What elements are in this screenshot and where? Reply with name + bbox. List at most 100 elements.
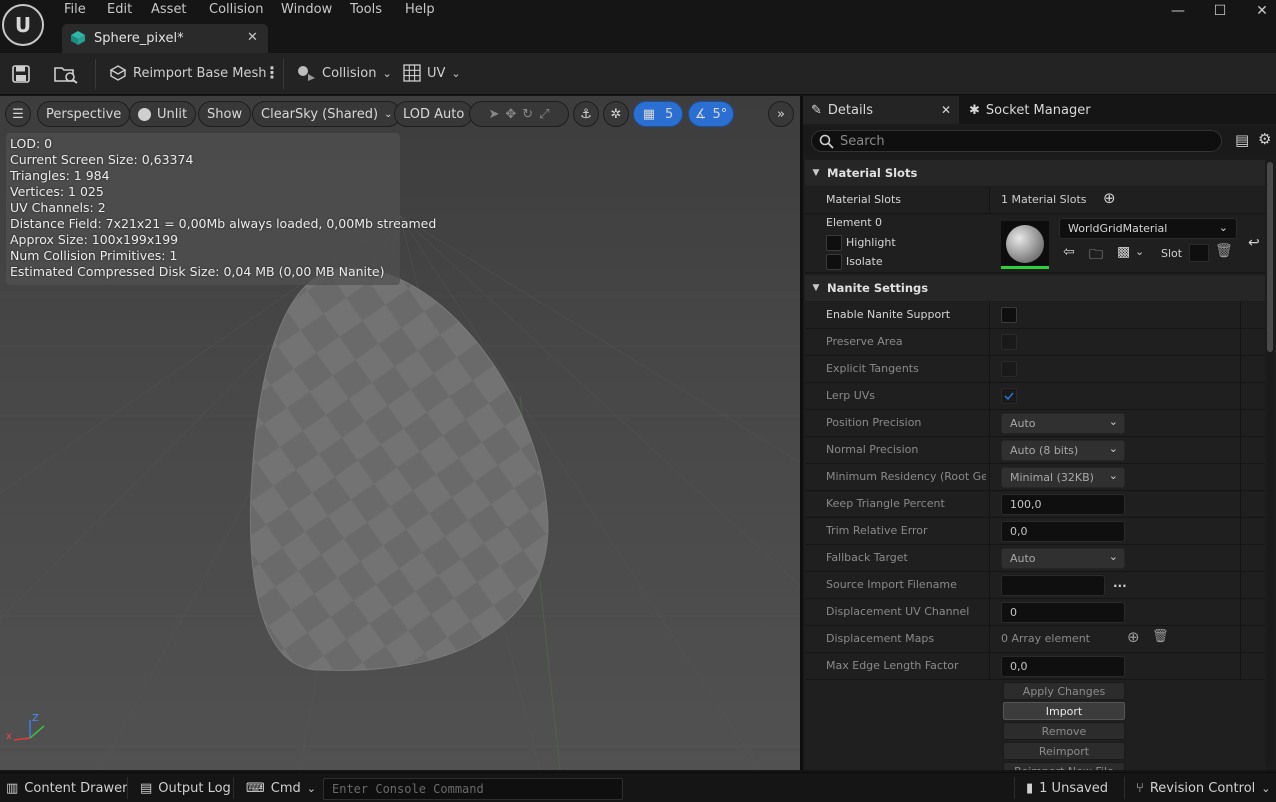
mesh-viewport[interactable]: Z x ☰ Perspective Unlit Show ClearSky (S… (0, 96, 800, 770)
isolate-checkbox[interactable] (826, 254, 842, 270)
close-icon[interactable]: ✕ (941, 103, 951, 117)
column-divider (989, 187, 990, 214)
apply-changes-button[interactable]: Apply Changes (1003, 682, 1125, 700)
details-search-box[interactable] (811, 130, 1222, 152)
rotation-snap-toggle[interactable]: ∡ 5° (688, 101, 734, 127)
explicit-tangents-checkbox[interactable] (1001, 361, 1017, 377)
tab-socket-manager[interactable]: ✱ Socket Manager (969, 96, 1091, 124)
minimum-residency-dropdown[interactable]: Minimal (32KB) ⌄ (1001, 467, 1125, 488)
collision-dropdown[interactable]: Collision ⌄ (296, 64, 392, 82)
material-thumbnail[interactable] (1001, 221, 1049, 269)
panel-tab-bar: ✎ Details ✕ ✱ Socket Manager (803, 96, 1276, 124)
surface-snap-button[interactable]: ⚓ (573, 101, 599, 127)
position-precision-dropdown[interactable]: Auto ⌄ (1001, 413, 1125, 434)
normal-precision-dropdown[interactable]: Auto (8 bits) ⌄ (1001, 440, 1125, 461)
table-view-icon[interactable]: ▤ (1235, 131, 1249, 149)
browse-file-button[interactable]: ... (1113, 576, 1127, 590)
sphere-mesh (250, 268, 548, 671)
select-icon[interactable]: ➤ (488, 107, 499, 122)
keep-triangle-field[interactable]: 100,0 (1001, 494, 1125, 515)
details-scrollbar-thumb[interactable] (1267, 162, 1273, 352)
gear-icon[interactable]: ⚙ (1258, 130, 1271, 148)
remove-button[interactable]: Remove (1003, 722, 1125, 740)
reimport-button[interactable]: Reimport (1003, 742, 1125, 760)
world-local-button[interactable]: ✲ (603, 101, 629, 127)
console-command-input[interactable] (323, 778, 623, 800)
menu-help[interactable]: Help (405, 2, 435, 17)
tab-details[interactable]: ✎ Details ✕ (803, 96, 959, 124)
chevron-down-icon: ⌄ (1108, 415, 1118, 428)
browse-folder-icon[interactable] (54, 64, 78, 84)
translate-icon[interactable]: ✥ (505, 107, 516, 122)
view-mode-button[interactable]: Unlit (129, 101, 197, 127)
reimport-new-file-button[interactable]: Reimport New File (1003, 762, 1125, 770)
unreal-logo-icon[interactable]: U (2, 4, 44, 46)
column-divider (1240, 599, 1241, 626)
column-divider (1240, 329, 1241, 356)
chevron-down-icon: ⌄ (1108, 469, 1118, 482)
menu-file[interactable]: File (64, 2, 86, 17)
scale-icon[interactable]: ⤢ (539, 107, 549, 122)
highlight-checkbox[interactable] (826, 235, 842, 251)
save-icon[interactable] (12, 65, 30, 83)
revision-control-button[interactable]: ⑂ Revision Control ⌄ (1136, 773, 1271, 802)
prop-max-edge-length-factor: Max Edge Length Factor 0,0 (805, 653, 1265, 680)
rotate-icon[interactable]: ↻ (522, 107, 533, 122)
trim-error-field[interactable]: 0,0 (1001, 521, 1125, 542)
max-edge-field[interactable]: 0,0 (1001, 656, 1125, 677)
menu-collision[interactable]: Collision (209, 2, 263, 17)
section-material-slots[interactable]: ▼ Material Slots (805, 160, 1265, 186)
show-button[interactable]: Show (198, 101, 252, 127)
fallback-target-dropdown[interactable]: Auto ⌄ (1001, 548, 1125, 569)
use-selected-icon[interactable]: ⇦ (1063, 244, 1075, 260)
perspective-button[interactable]: Perspective (37, 101, 131, 127)
maximize-button[interactable]: ☐ (1200, 0, 1240, 22)
menu-tools[interactable]: Tools (350, 2, 382, 17)
slot-name-field[interactable] (1189, 244, 1209, 262)
unsaved-button[interactable]: ▮ 1 Unsaved (1026, 773, 1108, 802)
expand-toolbar-button[interactable]: » (768, 101, 794, 127)
browse-icon[interactable]: 🗀 (1089, 244, 1103, 268)
transform-tools-group[interactable]: ➤ ✥ ↻ ⤢ (469, 101, 569, 127)
grid-snap-toggle[interactable]: ▦ 5 (633, 101, 683, 127)
enable-nanite-checkbox[interactable] (1001, 307, 1017, 323)
menu-edit[interactable]: Edit (107, 2, 132, 17)
document-tab[interactable]: Sphere_pixel* ✕ (62, 24, 268, 53)
more-options-icon[interactable]: ⋮ (264, 63, 280, 82)
material-name: WorldGridMaterial (1068, 222, 1168, 235)
sky-preset-dropdown[interactable]: ClearSky (Shared) ⌄ (252, 101, 402, 127)
reimport-base-mesh-button[interactable]: Reimport Base Mesh (109, 64, 267, 82)
stat-lod: LOD: 0 (10, 136, 53, 151)
search-icon (819, 134, 834, 149)
add-slot-icon[interactable]: ⊕ (1103, 189, 1116, 207)
chevron-down-icon[interactable]: ⌄ (1135, 245, 1144, 258)
lod-button[interactable]: LOD Auto (394, 101, 474, 127)
preserve-area-checkbox[interactable] (1001, 334, 1017, 350)
search-input[interactable] (840, 133, 1210, 149)
content-drawer-button[interactable]: ▥ Content Drawer (6, 773, 127, 802)
reset-arrow-icon[interactable]: ↩ (1248, 235, 1260, 251)
displacement-uv-field[interactable]: 0 (1001, 602, 1125, 623)
minimize-button[interactable]: — (1158, 0, 1198, 22)
menu-window[interactable]: Window (281, 2, 332, 17)
uv-dropdown[interactable]: UV ⌄ (403, 64, 461, 82)
details-scrollbar-track[interactable] (1267, 160, 1273, 766)
axis-gizmo (13, 720, 45, 741)
delete-icon[interactable]: 🗑 (1152, 629, 1169, 644)
checker-texture-icon[interactable]: ▩ (1117, 244, 1130, 260)
material-picker-dropdown[interactable]: WorldGridMaterial ⌄ (1059, 218, 1237, 239)
menu-asset[interactable]: Asset (151, 2, 187, 17)
cmd-dropdown[interactable]: ⌨ Cmd ⌄ (246, 773, 316, 802)
column-divider (989, 410, 990, 437)
import-button[interactable]: Import (1003, 702, 1125, 720)
lerp-uvs-checkbox[interactable] (1001, 388, 1017, 404)
output-log-button[interactable]: ▤ Output Log (140, 773, 231, 802)
viewport-stats-overlay: LOD: 0 Current Screen Size: 0,63374 Tria… (6, 133, 436, 285)
delete-icon[interactable]: 🗑 (1215, 243, 1233, 259)
close-tab-icon[interactable]: ✕ (247, 30, 258, 45)
viewport-menu-button[interactable]: ☰ (5, 101, 31, 127)
source-import-field[interactable] (1001, 575, 1105, 596)
add-element-icon[interactable]: ⊕ (1127, 628, 1140, 646)
section-nanite-settings[interactable]: ▼ Nanite Settings (805, 275, 1265, 301)
close-window-button[interactable]: ✕ (1242, 0, 1276, 22)
